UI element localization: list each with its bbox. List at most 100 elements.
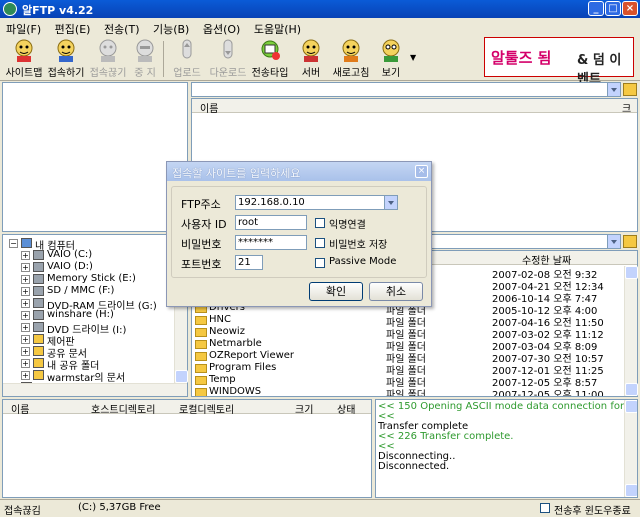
save-password-label: 비밀번호 저장 xyxy=(329,240,388,251)
remote-folder-up-icon[interactable] xyxy=(623,83,637,96)
expand-icon[interactable]: + xyxy=(21,323,30,332)
download-button[interactable]: 다운로드 xyxy=(207,39,249,79)
tree-item-label: Memory Stick (E:) xyxy=(47,273,136,284)
menu-options[interactable]: 옵션(O) xyxy=(197,18,244,37)
local-tree-pane[interactable]: − 내 컴퓨터 + VAIO (C:) + VAIO (D:) + Memory Stick … xyxy=(2,234,188,397)
menu-transfer[interactable]: 전송(T) xyxy=(98,18,144,37)
remote-path-combo[interactable] xyxy=(191,82,621,97)
disconnect-label: 접속끊기 xyxy=(89,68,127,79)
dialog-title: 접속할 사이트를 입력하세요 xyxy=(172,167,301,180)
expand-icon[interactable]: + xyxy=(21,371,30,380)
close-button[interactable]: × xyxy=(622,1,638,16)
menu-file[interactable]: 파일(F) xyxy=(0,18,45,37)
collapse-icon[interactable]: − xyxy=(9,239,18,248)
transfer-type-label: 전송타입 xyxy=(251,68,289,79)
drive-icon xyxy=(33,262,44,272)
expand-icon[interactable]: + xyxy=(21,347,30,356)
chevron-down-icon[interactable] xyxy=(384,196,397,209)
password-input[interactable]: ******* xyxy=(235,235,307,250)
minimize-button[interactable]: _ xyxy=(588,1,604,16)
stop-button[interactable]: 중 지 xyxy=(130,39,160,79)
queue-col-local-dir[interactable]: 로컬디렉토리 xyxy=(179,401,234,416)
cancel-button[interactable]: 취소 xyxy=(369,282,423,301)
server-icon xyxy=(302,39,320,62)
queue-col-host-dir[interactable]: 호스트디렉토리 xyxy=(91,401,155,416)
view-dropdown-arrow-icon[interactable]: ▼ xyxy=(410,53,416,62)
disconnect-button[interactable]: 접속끊기 xyxy=(88,39,128,79)
drive-icon xyxy=(33,274,44,284)
ftp-address-label: FTP주소 xyxy=(181,198,221,211)
expand-icon[interactable]: + xyxy=(21,359,30,368)
connect-button[interactable]: 접속하기 xyxy=(45,39,87,79)
ok-button[interactable]: 확인 xyxy=(309,282,363,301)
expand-icon[interactable]: + xyxy=(21,263,30,272)
expand-icon[interactable]: + xyxy=(21,275,30,284)
expand-icon[interactable]: + xyxy=(21,251,30,260)
user-id-value: root xyxy=(238,217,259,228)
passive-mode-label: Passive Mode xyxy=(329,256,397,267)
event-banner[interactable]: 알툴즈 됨 & 덤 이벤트 xyxy=(484,37,634,87)
col-name[interactable]: 이름 xyxy=(200,100,218,115)
queue-col-name[interactable]: 이름 xyxy=(11,401,29,416)
ftp-address-combo[interactable]: 192.168.0.10 xyxy=(235,195,398,210)
refresh-button[interactable]: 새로고침 xyxy=(330,39,372,79)
menu-help[interactable]: 도움말(H) xyxy=(248,18,305,37)
menu-edit[interactable]: 편집(E) xyxy=(49,18,95,37)
file-row[interactable]: WINDOWS 파일 폴더 2007-12-05 오후 11:00 xyxy=(192,386,614,396)
scroll-up-icon[interactable] xyxy=(625,266,638,279)
user-id-input[interactable]: root xyxy=(235,215,307,230)
chevron-down-icon[interactable] xyxy=(607,235,620,248)
log-lines: << 150 Opening ASCII mode data connectio… xyxy=(378,402,637,472)
folder-icon xyxy=(33,346,44,356)
scroll-up-icon[interactable] xyxy=(625,400,637,413)
queue-col-status[interactable]: 상태 xyxy=(337,401,355,416)
sitemap-button[interactable]: 사이트맵 xyxy=(4,39,44,79)
remote-file-folder-up-icon[interactable] xyxy=(623,235,637,248)
refresh-icon xyxy=(342,39,360,62)
stop-label: 중 지 xyxy=(134,68,156,79)
tree-item-label: VAIO (C:) xyxy=(47,249,93,260)
status-bar: 접속끊김 (C:) 5,37GB Free 전송후 윈도우종료 xyxy=(0,499,640,517)
chevron-down-icon[interactable] xyxy=(607,83,620,96)
dialog-close-icon[interactable]: × xyxy=(415,165,428,178)
scroll-down-icon[interactable] xyxy=(625,383,638,396)
upload-button[interactable]: 업로드 xyxy=(170,39,204,79)
scroll-down-icon[interactable] xyxy=(175,370,188,383)
col-modified-date[interactable]: 수정한 날짜 xyxy=(522,252,571,267)
passive-mode-checkbox[interactable] xyxy=(315,258,325,268)
maximize-button[interactable]: □ xyxy=(605,1,621,16)
transfer-queue-pane[interactable]: 이름 호스트디렉토리 로컬디렉토리 크기 상태 xyxy=(2,399,372,498)
view-button[interactable]: 보기 xyxy=(376,39,406,79)
connection-status: 접속끊김 xyxy=(4,506,41,517)
scroll-down-icon[interactable] xyxy=(625,484,637,497)
computer-icon xyxy=(21,238,32,248)
anonymous-checkbox[interactable] xyxy=(315,218,325,228)
window-title: 알FTP v4.22 xyxy=(22,4,94,17)
ftp-address-value: 192.168.0.10 xyxy=(238,197,305,208)
shutdown-after-transfer-checkbox[interactable] xyxy=(540,503,550,513)
expand-icon[interactable]: + xyxy=(21,299,30,308)
folder-icon xyxy=(195,352,207,361)
remote-vertical-scrollbar[interactable] xyxy=(624,266,638,396)
port-input[interactable]: 21 xyxy=(235,255,263,270)
menu-function[interactable]: 기능(B) xyxy=(147,18,193,37)
expand-icon[interactable]: + xyxy=(21,287,30,296)
banner-text-1: 알툴즈 됨 xyxy=(491,49,552,67)
tree-horizontal-scrollbar[interactable] xyxy=(3,383,187,396)
file-name: Netmarble xyxy=(209,338,262,349)
log-pane[interactable]: << 150 Opening ASCII mode data connectio… xyxy=(375,399,638,498)
folder-icon xyxy=(33,334,44,344)
col-size[interactable]: 크 xyxy=(622,100,631,115)
expand-icon[interactable]: + xyxy=(21,335,30,344)
queue-col-size[interactable]: 크기 xyxy=(295,401,313,416)
transfer-type-button[interactable]: 전송타입 xyxy=(250,39,290,79)
server-button[interactable]: 서버 xyxy=(296,39,326,79)
expand-icon[interactable]: + xyxy=(21,311,30,320)
folder-icon xyxy=(33,370,44,380)
save-password-checkbox[interactable] xyxy=(315,238,325,248)
folder-icon xyxy=(195,328,207,337)
remote-top-header: 이름 크 xyxy=(192,99,637,115)
local-top-pane[interactable] xyxy=(2,82,188,232)
anonymous-label: 익명연결 xyxy=(329,220,366,231)
log-vertical-scrollbar[interactable] xyxy=(624,400,637,497)
